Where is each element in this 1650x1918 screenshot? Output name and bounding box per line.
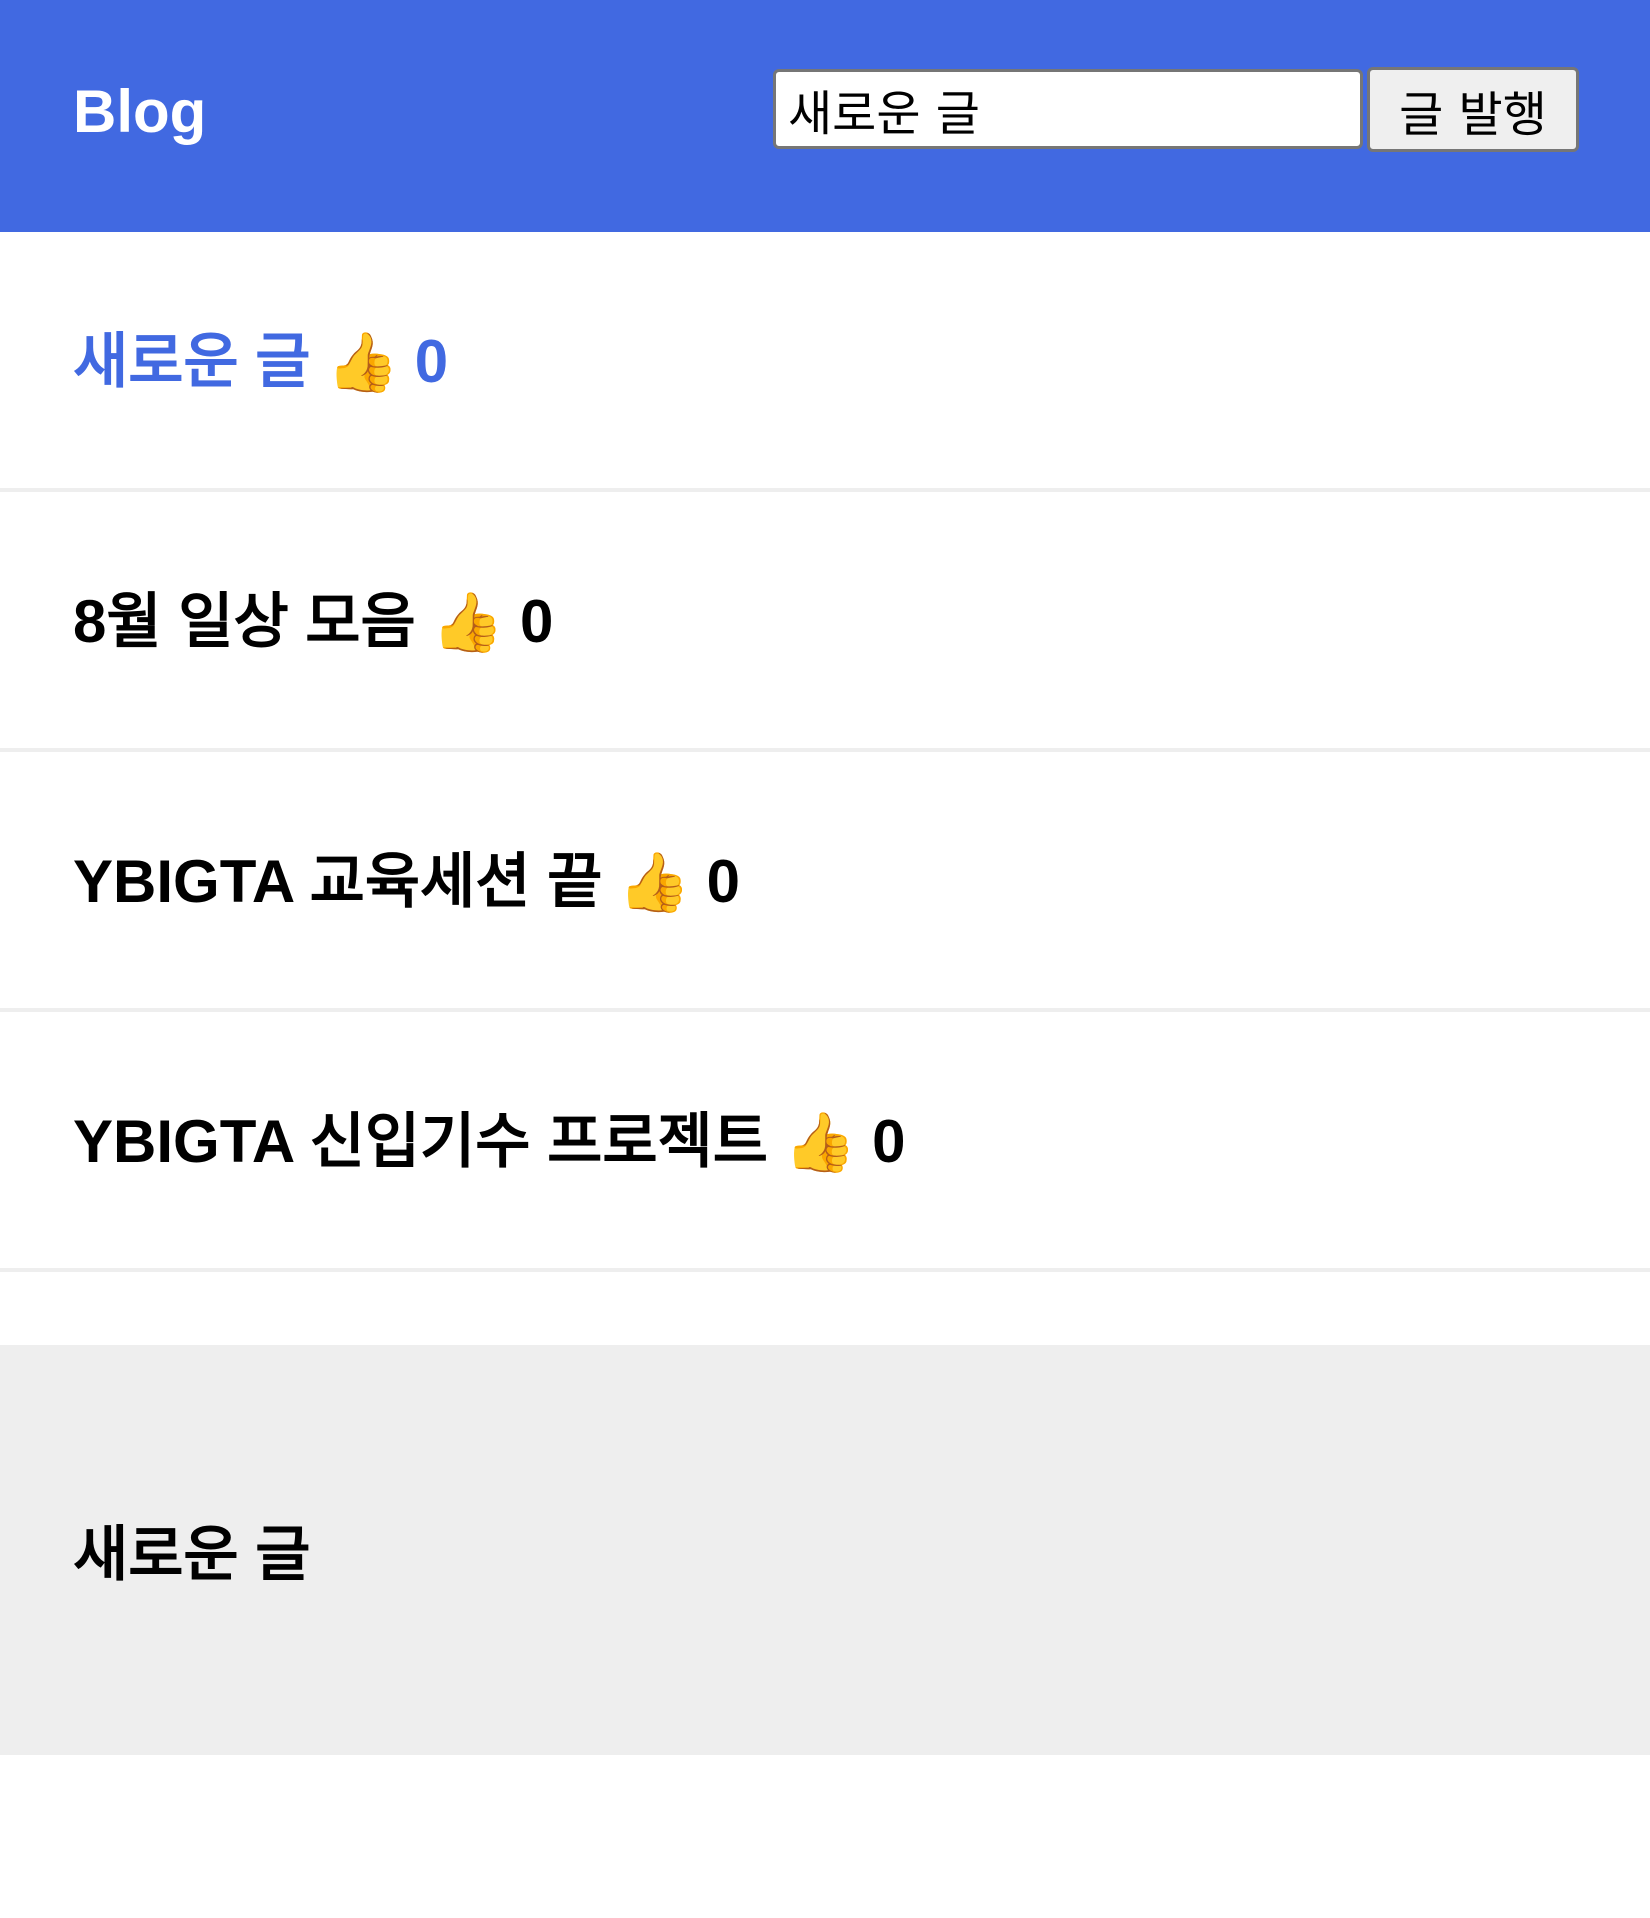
like-count: 0 (519, 588, 554, 655)
like-count: 0 (872, 1108, 906, 1175)
thumbs-up-icon[interactable]: 👍 (784, 1103, 856, 1183)
header-bar: Blog 글 발행 (0, 0, 1650, 232)
list-item: YBIGTA 신입기수 프로젝트 👍 0 (0, 1012, 1650, 1272)
detail-title: 새로운 글 (73, 1521, 311, 1588)
like-count: 0 (414, 328, 449, 395)
post-title[interactable]: 새로운 글 👍 0 (73, 322, 448, 403)
publish-button[interactable]: 글 발행 (1367, 67, 1579, 152)
new-post-input[interactable] (773, 69, 1363, 149)
like-count: 0 (706, 848, 740, 915)
post-title-text: 새로운 글 (73, 328, 311, 395)
thumbs-up-icon[interactable]: 👍 (432, 583, 504, 663)
list-item: 새로운 글 👍 0 (0, 232, 1650, 492)
list-item: YBIGTA 교육세션 끝 👍 0 (0, 752, 1650, 1012)
post-list: 새로운 글 👍 0 8월 일상 모음 👍 0 YBIGTA 교육세션 끝 👍 0 YBIGT… (0, 232, 1650, 1272)
post-title[interactable]: YBIGTA 신입기수 프로젝트 👍 0 (73, 1102, 906, 1183)
post-title-text: YBIGTA 신입기수 프로젝트 (73, 1108, 768, 1175)
post-title[interactable]: YBIGTA 교육세션 끝 👍 0 (73, 842, 740, 923)
post-title[interactable]: 8월 일상 모음 👍 0 (73, 582, 553, 663)
thumbs-up-icon[interactable]: 👍 (326, 323, 398, 403)
post-title-text: 8월 일상 모음 (73, 588, 416, 655)
blog-logo: Blog (73, 78, 207, 145)
post-title-text: YBIGTA 교육세션 끝 (73, 848, 603, 915)
list-item: 8월 일상 모음 👍 0 (0, 492, 1650, 752)
thumbs-up-icon[interactable]: 👍 (618, 843, 690, 923)
post-detail-modal: 새로운 글 (0, 1345, 1650, 1755)
